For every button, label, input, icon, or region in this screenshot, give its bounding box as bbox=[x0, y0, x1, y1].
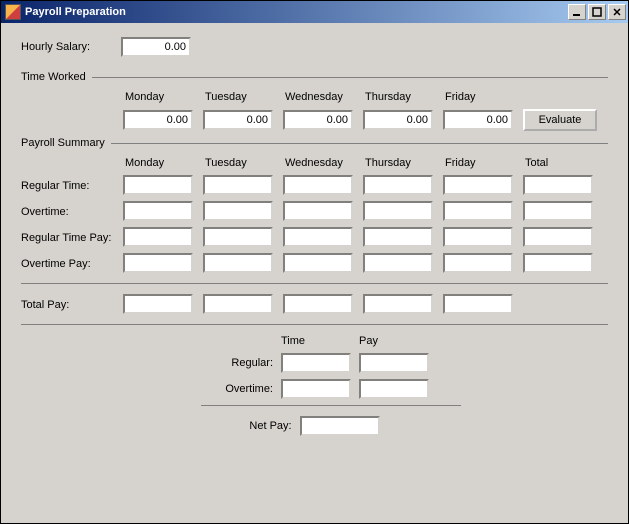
totals-pay-header: Pay bbox=[359, 335, 429, 347]
regular-pay-mon bbox=[123, 227, 193, 247]
divider bbox=[21, 324, 608, 325]
totals-regular-pay bbox=[359, 353, 429, 373]
time-worked-thu[interactable] bbox=[363, 110, 433, 130]
minimize-button[interactable] bbox=[568, 4, 586, 20]
divider bbox=[111, 143, 608, 144]
hourly-salary-row: Hourly Salary: bbox=[21, 37, 608, 57]
titlebar: Payroll Preparation bbox=[1, 1, 628, 23]
totals-overtime-time bbox=[281, 379, 351, 399]
header-wednesday: Wednesday bbox=[283, 91, 361, 103]
time-worked-header: Monday Tuesday Wednesday Thursday Friday bbox=[21, 91, 608, 103]
total-pay-mon bbox=[123, 294, 193, 314]
header-tuesday: Tuesday bbox=[203, 91, 281, 103]
divider bbox=[21, 283, 608, 284]
window-title: Payroll Preparation bbox=[25, 6, 568, 18]
totals-regular-label: Regular: bbox=[201, 357, 273, 369]
time-worked-label: Time Worked bbox=[21, 71, 86, 83]
header-monday: Monday bbox=[123, 91, 201, 103]
overtime-fri bbox=[443, 201, 513, 221]
close-button[interactable] bbox=[608, 4, 626, 20]
regular-time-total bbox=[523, 175, 593, 195]
overtime-wed bbox=[283, 201, 353, 221]
overtime-pay-label: Overtime Pay: bbox=[21, 256, 121, 270]
payroll-summary-section: Payroll Summary bbox=[21, 137, 608, 149]
total-pay-wed bbox=[283, 294, 353, 314]
regular-pay-total bbox=[523, 227, 593, 247]
overtime-total bbox=[523, 201, 593, 221]
regular-pay-thu bbox=[363, 227, 433, 247]
total-pay-fri bbox=[443, 294, 513, 314]
client-area: Hourly Salary: Time Worked Monday Tuesda… bbox=[1, 23, 628, 523]
regular-time-wed bbox=[283, 175, 353, 195]
overtime-pay-fri bbox=[443, 253, 513, 273]
summary-header-tue: Tuesday bbox=[203, 157, 281, 169]
net-pay-value bbox=[300, 416, 380, 436]
evaluate-button[interactable]: Evaluate bbox=[523, 109, 597, 131]
window: Payroll Preparation Hourly Salary: Time … bbox=[0, 0, 629, 524]
summary-header-mon: Monday bbox=[123, 157, 201, 169]
regular-time-row: Regular Time: bbox=[21, 175, 608, 195]
regular-pay-row: Regular Time Pay: bbox=[21, 227, 608, 247]
window-controls bbox=[568, 4, 626, 20]
summary-header-wed: Wednesday bbox=[283, 157, 361, 169]
regular-time-fri bbox=[443, 175, 513, 195]
overtime-pay-thu bbox=[363, 253, 433, 273]
totals-overtime-row: Overtime: bbox=[201, 379, 608, 399]
total-pay-thu bbox=[363, 294, 433, 314]
divider bbox=[201, 405, 461, 406]
regular-time-label: Regular Time: bbox=[21, 178, 121, 192]
header-friday: Friday bbox=[443, 91, 521, 103]
total-pay-tue bbox=[203, 294, 273, 314]
overtime-pay-tue bbox=[203, 253, 273, 273]
totals-regular-row: Regular: bbox=[201, 353, 608, 373]
regular-pay-label: Regular Time Pay: bbox=[21, 230, 121, 244]
summary-header-fri: Friday bbox=[443, 157, 521, 169]
overtime-tue bbox=[203, 201, 273, 221]
totals-time-header: Time bbox=[281, 335, 351, 347]
hourly-salary-label: Hourly Salary: bbox=[21, 41, 121, 53]
totals-overtime-pay bbox=[359, 379, 429, 399]
net-pay-label: Net Pay: bbox=[249, 420, 291, 432]
totals-header: Time Pay bbox=[281, 335, 608, 347]
regular-pay-tue bbox=[203, 227, 273, 247]
divider bbox=[92, 77, 608, 78]
totals-regular-time bbox=[281, 353, 351, 373]
time-worked-fri[interactable] bbox=[443, 110, 513, 130]
time-worked-wed[interactable] bbox=[283, 110, 353, 130]
summary-header-total: Total bbox=[523, 157, 601, 169]
regular-pay-wed bbox=[283, 227, 353, 247]
time-worked-inputs: Evaluate bbox=[21, 109, 608, 131]
header-thursday: Thursday bbox=[363, 91, 441, 103]
overtime-row: Overtime: bbox=[21, 201, 608, 221]
regular-pay-fri bbox=[443, 227, 513, 247]
overtime-pay-wed bbox=[283, 253, 353, 273]
overtime-thu bbox=[363, 201, 433, 221]
totals-overtime-label: Overtime: bbox=[201, 383, 273, 395]
overtime-pay-total bbox=[523, 253, 593, 273]
totals-section: Time Pay Regular: Overtime: bbox=[201, 335, 608, 399]
regular-time-thu bbox=[363, 175, 433, 195]
summary-header: Monday Tuesday Wednesday Thursday Friday… bbox=[21, 157, 608, 169]
overtime-mon bbox=[123, 201, 193, 221]
regular-time-tue bbox=[203, 175, 273, 195]
overtime-label: Overtime: bbox=[21, 204, 121, 218]
payroll-summary-label: Payroll Summary bbox=[21, 137, 105, 149]
total-pay-row: Total Pay: bbox=[21, 294, 608, 314]
time-worked-mon[interactable] bbox=[123, 110, 193, 130]
regular-time-mon bbox=[123, 175, 193, 195]
hourly-salary-input[interactable] bbox=[121, 37, 191, 57]
summary-header-thu: Thursday bbox=[363, 157, 441, 169]
app-icon bbox=[5, 4, 21, 20]
net-pay-row: Net Pay: bbox=[21, 416, 608, 436]
overtime-pay-mon bbox=[123, 253, 193, 273]
maximize-button[interactable] bbox=[588, 4, 606, 20]
total-pay-label: Total Pay: bbox=[21, 297, 121, 311]
time-worked-section: Time Worked bbox=[21, 71, 608, 83]
time-worked-tue[interactable] bbox=[203, 110, 273, 130]
overtime-pay-row: Overtime Pay: bbox=[21, 253, 608, 273]
